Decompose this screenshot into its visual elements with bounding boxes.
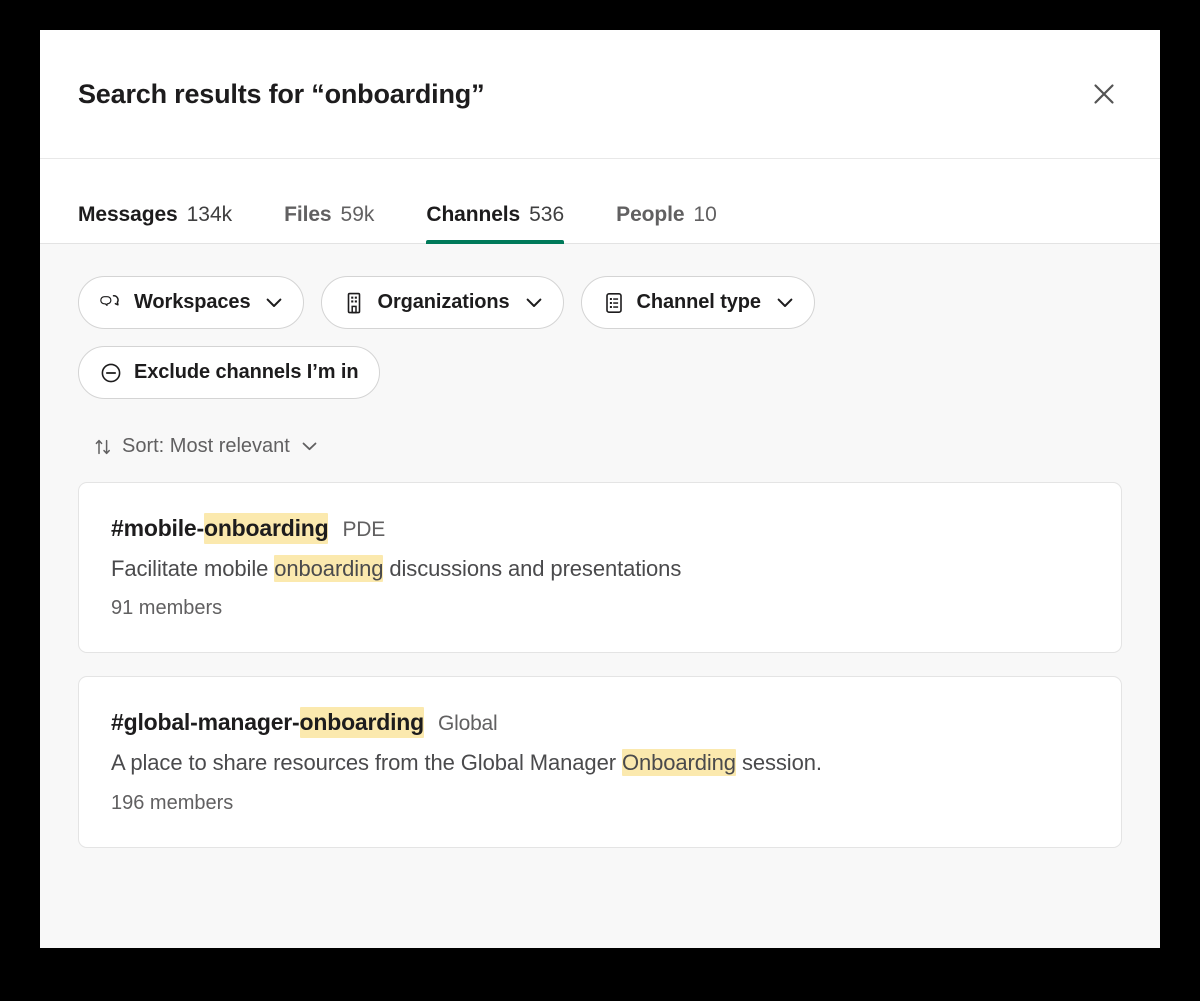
filter-workspaces[interactable]: Workspaces — [78, 276, 304, 329]
close-button[interactable] — [1082, 72, 1126, 116]
desc-before: A place to share resources from the Glob… — [111, 750, 622, 775]
tab-messages-label: Messages — [78, 203, 178, 227]
channel-workspace: PDE — [342, 517, 385, 543]
filter-organizations[interactable]: Organizations — [321, 276, 563, 329]
tab-people-label: People — [616, 203, 684, 227]
results-panel: Workspaces — [40, 244, 1160, 948]
search-tabs: Messages 134k Files 59k Channels 536 Peo… — [40, 159, 1160, 244]
building-icon — [343, 292, 365, 314]
tab-channels-count: 536 — [529, 203, 564, 227]
channel-name: #mobile-onboarding PDE — [111, 513, 1089, 544]
list-document-icon — [603, 292, 625, 314]
tab-files-label: Files — [284, 203, 331, 227]
channel-member-count: 196 members — [111, 792, 1089, 815]
tab-files-count: 59k — [341, 203, 375, 227]
filter-channel-type-label: Channel type — [637, 291, 761, 314]
desc-after: session. — [736, 750, 822, 775]
dialog-header: Search results for “onboarding” — [40, 30, 1160, 159]
desc-highlight: Onboarding — [622, 749, 736, 776]
desc-after: discussions and presentations — [383, 556, 681, 581]
filter-organizations-label: Organizations — [377, 291, 509, 314]
filter-workspaces-label: Workspaces — [134, 291, 250, 314]
channel-description: Facilitate mobile onboarding discussions… — [111, 554, 1089, 584]
sort-control[interactable]: Sort: Most relevant — [90, 433, 321, 460]
channel-name-highlight: onboarding — [300, 707, 424, 738]
tab-files[interactable]: Files 59k — [284, 203, 374, 243]
sort-label: Sort: Most relevant — [122, 435, 290, 458]
search-results-dialog: Search results for “onboarding” Messages… — [40, 30, 1160, 948]
channel-workspace: Global — [438, 711, 498, 737]
tab-people-count: 10 — [693, 203, 716, 227]
tab-messages[interactable]: Messages 134k — [78, 203, 232, 243]
channel-name-highlight: onboarding — [204, 513, 328, 544]
chevron-down-icon — [302, 442, 317, 451]
close-icon — [1091, 81, 1117, 107]
page-title: Search results for “onboarding” — [78, 78, 484, 110]
filter-bar: Workspaces — [78, 276, 1122, 399]
results-list: #mobile-onboarding PDE Facilitate mobile… — [78, 482, 1122, 848]
chevron-down-icon — [777, 298, 793, 308]
tab-people[interactable]: People 10 — [616, 203, 717, 243]
channel-result-row[interactable]: #global-manager-onboarding Global A plac… — [78, 676, 1122, 847]
filter-channel-type[interactable]: Channel type — [581, 276, 815, 329]
filter-exclude-my-channels-label: Exclude channels I’m in — [134, 361, 358, 384]
channel-description: A place to share resources from the Glob… — [111, 748, 1089, 778]
channel-name-prefix: #mobile- — [111, 514, 204, 543]
desc-before: Facilitate mobile — [111, 556, 274, 581]
channel-member-count: 91 members — [111, 597, 1089, 620]
chevron-down-icon — [526, 298, 542, 308]
channel-name: #global-manager-onboarding Global — [111, 707, 1089, 738]
minus-circle-icon — [100, 362, 122, 384]
tab-channels-label: Channels — [426, 203, 520, 227]
tab-messages-count: 134k — [187, 203, 233, 227]
chevron-down-icon — [266, 298, 282, 308]
channel-name-prefix: #global-manager- — [111, 708, 300, 737]
outer-frame: Search results for “onboarding” Messages… — [0, 0, 1200, 1001]
filter-exclude-my-channels[interactable]: Exclude channels I’m in — [78, 346, 380, 399]
tab-channels[interactable]: Channels 536 — [426, 203, 564, 243]
workspaces-icon — [100, 292, 122, 314]
sort-arrows-icon — [94, 437, 112, 457]
channel-result-row[interactable]: #mobile-onboarding PDE Facilitate mobile… — [78, 482, 1122, 653]
desc-highlight: onboarding — [274, 555, 383, 582]
